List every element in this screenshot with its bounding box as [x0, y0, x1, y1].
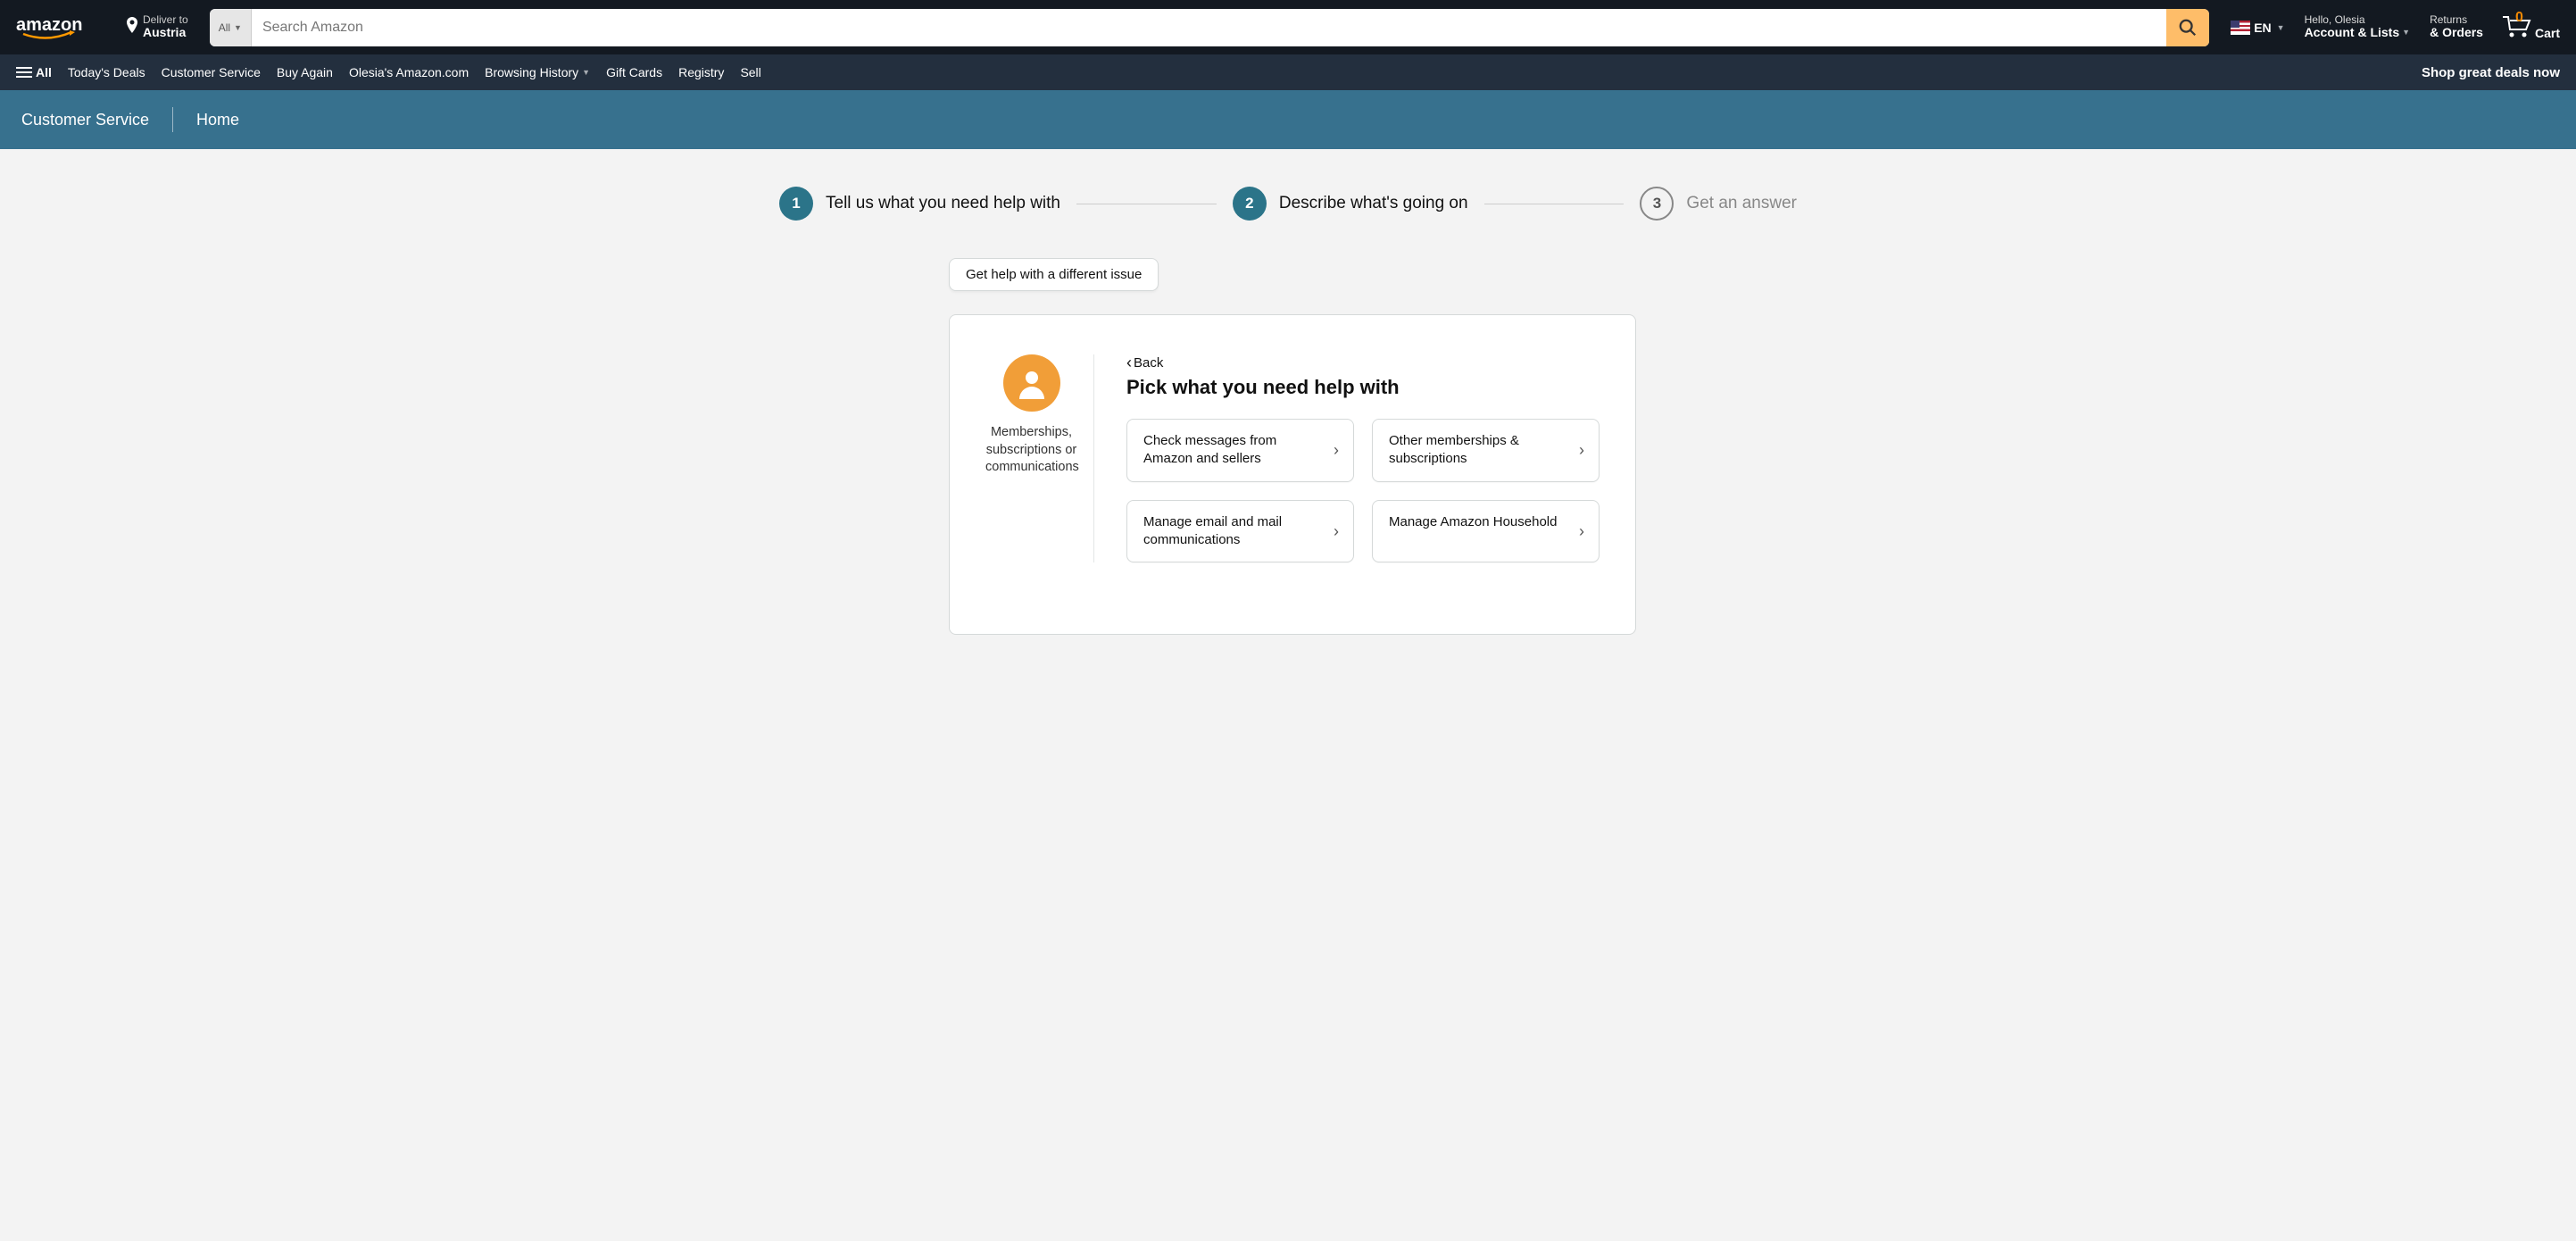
search-bar: All ▼	[210, 9, 2210, 46]
returns-l2: & Orders	[2430, 26, 2483, 39]
nav-link[interactable]: Sell	[740, 60, 760, 85]
language-selector[interactable]: EN ▼	[2223, 12, 2291, 44]
us-flag-icon	[2231, 21, 2250, 35]
top-nav: amazon Deliver to Austria All ▼ EN ▼	[0, 0, 2576, 54]
step-indicator: 1 Tell us what you need help with 2 Describ…	[779, 187, 1797, 221]
cs-tab-customer-service[interactable]: Customer Service	[21, 111, 149, 129]
nav-link-label: Olesia's Amazon.com	[349, 65, 469, 79]
amazon-logo-icon: amazon	[16, 14, 105, 41]
dropdown-triangle-icon: ▼	[582, 68, 590, 77]
nav-link[interactable]: Today's Deals	[68, 60, 145, 85]
divider	[172, 107, 173, 132]
account-menu[interactable]: Hello, Olesia Account & Lists ▼	[2298, 9, 2418, 46]
search-category-dropdown[interactable]: All ▼	[210, 9, 252, 46]
search-button[interactable]	[2166, 9, 2209, 46]
nav-link-label: Registry	[678, 65, 724, 79]
sub-nav: All Today's Deals Customer Service Buy Aga…	[0, 54, 2576, 90]
nav-links: Today's Deals Customer Service Buy Again Ol…	[68, 60, 761, 85]
help-option-label: Manage email and mail communications	[1143, 514, 1282, 547]
nav-link-label: Sell	[740, 65, 760, 79]
location-pin-icon	[125, 17, 139, 37]
nav-link[interactable]: Customer Service	[162, 60, 261, 85]
language-label: EN	[2254, 21, 2271, 35]
nav-link-label: Browsing History	[485, 65, 578, 79]
nav-link[interactable]: Olesia's Amazon.com	[349, 60, 469, 85]
chevron-right-icon: ›	[1579, 521, 1584, 542]
card-sidebar: Memberships, subscriptions or communicat…	[985, 354, 1094, 562]
help-card: Memberships, subscriptions or communicat…	[949, 314, 1636, 635]
step-circle: 2	[1233, 187, 1267, 221]
nav-all-label: All	[36, 65, 52, 79]
help-option[interactable]: Manage Amazon Household ›	[1372, 500, 1600, 563]
help-title: Pick what you need help with	[1126, 376, 1600, 399]
help-option-label: Manage Amazon Household	[1389, 514, 1557, 529]
step: 3 Get an answer	[1640, 187, 1797, 221]
step-label: Tell us what you need help with	[826, 194, 1060, 213]
step-label: Get an answer	[1686, 194, 1797, 213]
help-option[interactable]: Manage email and mail communications ›	[1126, 500, 1354, 563]
step-circle: 3	[1640, 187, 1674, 221]
chevron-right-icon: ›	[1579, 439, 1584, 461]
search-icon	[2178, 18, 2198, 37]
card-sidebar-label: Memberships, subscriptions or communicat…	[985, 424, 1077, 477]
dropdown-triangle-icon: ▼	[2277, 23, 2285, 32]
back-label: Back	[1134, 355, 1163, 371]
nav-link[interactable]: Browsing History ▼	[485, 60, 590, 85]
nav-link-label: Customer Service	[162, 65, 261, 79]
nav-link[interactable]: Buy Again	[277, 60, 333, 85]
deliver-to-country: Austria	[143, 26, 188, 39]
cart-count: 0	[2515, 10, 2523, 26]
different-issue-button[interactable]: Get help with a different issue	[949, 258, 1159, 291]
cart[interactable]: 0 Cart	[2496, 6, 2567, 48]
hamburger-icon	[16, 64, 32, 80]
step: 2 Describe what's going on	[1233, 187, 1468, 221]
back-link[interactable]: ‹ Back	[1126, 354, 1163, 371]
help-option[interactable]: Check messages from Amazon and sellers ›	[1126, 419, 1354, 482]
search-category-label: All	[219, 21, 230, 34]
nav-link-label: Today's Deals	[68, 65, 145, 79]
nav-link[interactable]: Gift Cards	[606, 60, 662, 85]
chevron-right-icon: ›	[1334, 521, 1339, 542]
step: 1 Tell us what you need help with	[779, 187, 1060, 221]
help-option-label: Check messages from Amazon and sellers	[1143, 433, 1276, 466]
step-circle: 1	[779, 187, 813, 221]
avatar-icon	[1003, 354, 1060, 412]
account-label: Account & Lists	[2305, 26, 2400, 39]
chevron-left-icon: ‹	[1126, 354, 1132, 371]
help-option[interactable]: Other memberships & subscriptions ›	[1372, 419, 1600, 482]
cart-label: Cart	[2535, 26, 2560, 40]
search-input[interactable]	[252, 9, 2166, 46]
nav-link[interactable]: Registry	[678, 60, 724, 85]
cs-bar: Customer Service Home	[0, 90, 2576, 149]
deliver-to[interactable]: Deliver to Austria	[118, 11, 195, 44]
nav-all-menu[interactable]: All	[11, 59, 57, 86]
cs-tab-home[interactable]: Home	[196, 111, 239, 129]
content-wrap: 1 Tell us what you need help with 2 Describ…	[0, 149, 2576, 1241]
help-option-label: Other memberships & subscriptions	[1389, 433, 1519, 466]
nav-link-label: Gift Cards	[606, 65, 662, 79]
help-options: Check messages from Amazon and sellers›O…	[1126, 419, 1600, 562]
amazon-logo[interactable]: amazon	[9, 9, 112, 46]
step-label: Describe what's going on	[1279, 194, 1468, 213]
dropdown-triangle-icon: ▼	[2402, 29, 2410, 37]
returns-orders[interactable]: Returns & Orders	[2422, 9, 2490, 46]
dropdown-triangle-icon: ▼	[234, 23, 242, 32]
nav-link-label: Buy Again	[277, 65, 333, 79]
nav-promo-link[interactable]: Shop great deals now	[2422, 65, 2565, 80]
chevron-right-icon: ›	[1334, 439, 1339, 461]
